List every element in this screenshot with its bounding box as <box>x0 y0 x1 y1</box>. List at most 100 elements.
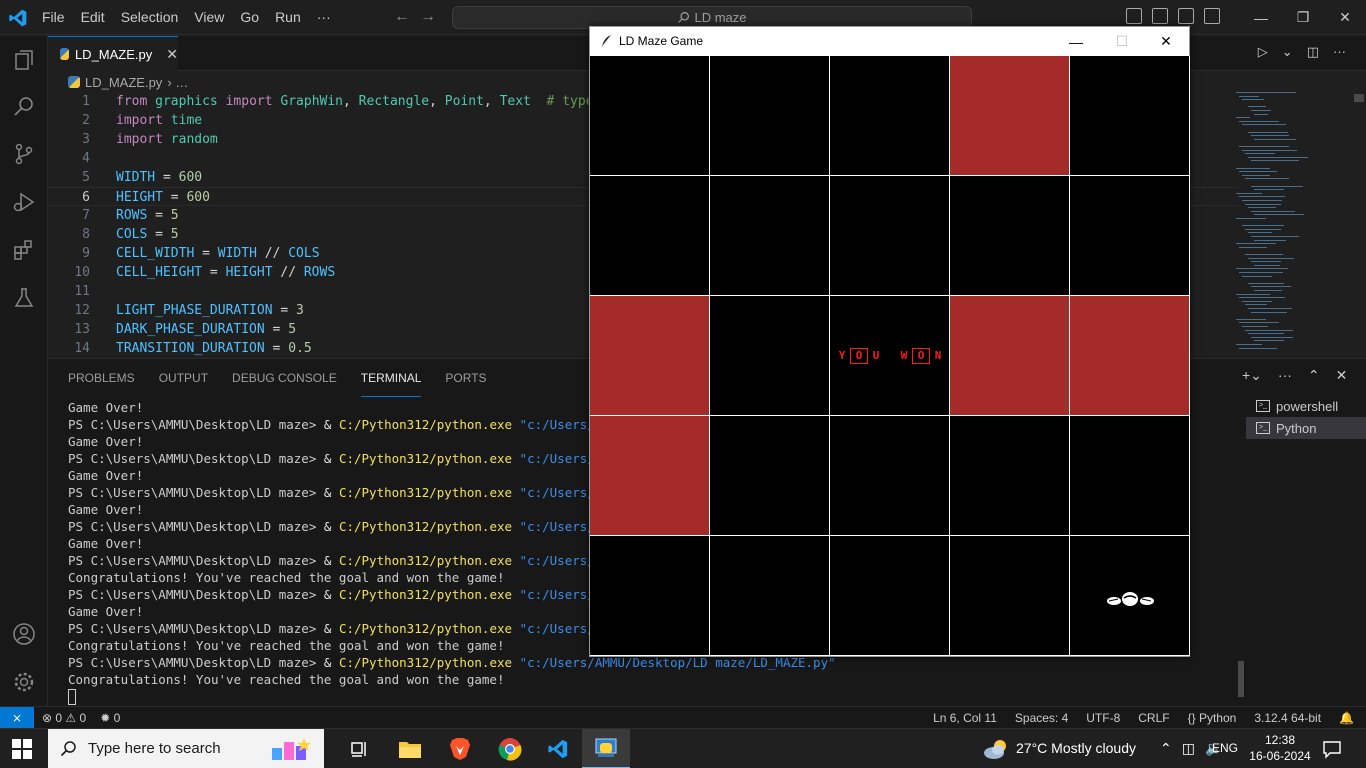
menu-more[interactable]: ··· <box>309 0 339 35</box>
minimap-line <box>1254 264 1280 266</box>
game-close-button[interactable]: ✕ <box>1143 27 1189 56</box>
run-debug-icon[interactable] <box>12 190 36 214</box>
terminal-cursor <box>68 689 76 705</box>
windows-taskbar: Type here to search 27°C Mostly cloudy ⌃… <box>0 728 1366 768</box>
toggle-primary-sidebar-icon[interactable] <box>1126 8 1142 24</box>
terminal-exe-path: C:/Python312/python.exe <box>338 519 513 534</box>
terminal-instance-python[interactable]: >_ Python <box>1246 417 1366 439</box>
settings-icon[interactable] <box>12 670 36 694</box>
customize-layout-icon[interactable] <box>1204 8 1220 24</box>
indentation[interactable]: Spaces: 4 <box>1015 711 1068 725</box>
terminal-scrollbar[interactable] <box>1238 661 1244 697</box>
minimap-line <box>1248 232 1272 234</box>
game-window-titlebar[interactable]: LD Maze Game — ☐ ✕ <box>590 27 1189 56</box>
minimap[interactable] <box>1236 88 1346 356</box>
terminal-call-operator: & <box>323 519 339 534</box>
testing-icon[interactable] <box>12 286 36 310</box>
game-canvas[interactable]: YOU WON <box>590 56 1190 656</box>
breadcrumb-file[interactable]: LD_MAZE.py <box>85 75 162 90</box>
menu-bar: File Edit Selection View Go Run ··· <box>34 0 339 35</box>
encoding[interactable]: UTF-8 <box>1086 711 1120 725</box>
restore-button[interactable]: ❐ <box>1282 0 1324 35</box>
split-editor-icon[interactable]: ◫ <box>1307 44 1319 60</box>
ports-status[interactable]: ✹ 0 <box>100 711 120 725</box>
game-minimize-button[interactable]: — <box>1053 27 1099 56</box>
panel-tab-output[interactable]: OUTPUT <box>159 359 208 397</box>
vscode-taskbar-icon[interactable] <box>534 729 582 768</box>
panel-tab-problems[interactable]: PROBLEMS <box>68 359 135 397</box>
code-text: WIDTH = 600 <box>116 170 203 185</box>
remote-indicator[interactable]: ⨯ <box>0 707 34 729</box>
maze-cell <box>710 296 830 416</box>
notifications-bell-icon[interactable]: 🔔 <box>1339 711 1354 725</box>
menu-edit[interactable]: Edit <box>73 0 113 35</box>
search-icon[interactable] <box>12 94 36 118</box>
breadcrumb-more[interactable]: › … <box>167 75 188 90</box>
cursor-position[interactable]: Ln 6, Col 11 <box>933 711 997 725</box>
line-number: 8 <box>82 227 90 242</box>
input-language[interactable]: ENG <box>1212 741 1238 755</box>
menu-selection[interactable]: Selection <box>113 0 187 35</box>
minimap-line <box>1242 225 1284 227</box>
source-control-icon[interactable] <box>12 142 36 166</box>
more-actions-icon[interactable]: ··· <box>1333 44 1346 60</box>
minimap-line <box>1254 340 1284 342</box>
run-python-file-icon[interactable]: ▷ <box>1258 44 1268 60</box>
minimap-line <box>1242 124 1286 126</box>
extensions-icon[interactable] <box>12 238 36 262</box>
editor-scrollbar[interactable] <box>1354 94 1364 356</box>
search-highlight-icon[interactable] <box>268 734 316 764</box>
close-tab-icon[interactable]: ✕ <box>166 46 178 63</box>
panel-tab-terminal[interactable]: TERMINAL <box>360 359 422 397</box>
forward-arrow-icon[interactable]: → <box>420 8 436 26</box>
menu-run[interactable]: Run <box>267 0 309 35</box>
weather-text[interactable]: 27°C Mostly cloudy <box>1016 740 1136 756</box>
toggle-panel-icon[interactable] <box>1152 8 1168 24</box>
task-view-icon[interactable] <box>336 729 384 768</box>
windows-start-icon[interactable] <box>12 739 32 759</box>
account-icon[interactable] <box>12 622 36 646</box>
status-bar: ⨯ ⊗ 0 ⚠ 0 ✹ 0 Ln 6, Col 11 Spaces: 4 UTF… <box>0 706 1366 729</box>
python-interpreter[interactable]: 3.12.4 64-bit <box>1254 711 1321 725</box>
terminal-call-operator: & <box>323 621 339 636</box>
minimize-button[interactable]: — <box>1240 0 1282 35</box>
problems-status[interactable]: ⊗ 0 ⚠ 0 <box>42 711 86 725</box>
minimap-line <box>1239 146 1289 147</box>
back-arrow-icon[interactable]: ← <box>394 8 410 26</box>
close-window-button[interactable]: ✕ <box>1324 0 1366 35</box>
panel-tab-ports[interactable]: PORTS <box>445 359 486 397</box>
terminal-output-line: Game Over! <box>68 434 144 449</box>
notification-center-icon[interactable] <box>1322 739 1342 759</box>
close-panel-icon[interactable]: ✕ <box>1336 367 1348 384</box>
file-explorer-icon[interactable] <box>386 729 434 768</box>
chrome-icon[interactable] <box>486 729 534 768</box>
terminal-instance-powershell[interactable]: >_ powershell <box>1246 395 1366 417</box>
explorer-icon[interactable] <box>12 48 36 72</box>
menu-go[interactable]: Go <box>232 0 267 35</box>
network-icon[interactable]: ◫ <box>1182 740 1195 757</box>
terminal-icon: >_ <box>1256 422 1270 434</box>
minimap-line <box>1236 268 1288 270</box>
terminal-call-operator: & <box>323 485 339 500</box>
menu-file[interactable]: File <box>34 0 73 35</box>
chevron-down-icon[interactable]: ⌄ <box>1282 44 1293 60</box>
toggle-secondary-sidebar-icon[interactable] <box>1178 8 1194 24</box>
maximize-panel-icon[interactable]: ⌃ <box>1308 367 1320 384</box>
python-taskbar-icon[interactable] <box>582 729 630 768</box>
show-hidden-icons-chevron-icon[interactable]: ⌃ <box>1160 740 1172 757</box>
code-text: ROWS = 5 <box>116 208 179 223</box>
new-terminal-icon[interactable]: +⌄ <box>1242 367 1262 384</box>
more-actions-icon[interactable]: ··· <box>1278 367 1292 384</box>
system-clock[interactable]: 12:38 16-06-2024 <box>1248 732 1312 764</box>
tab-ld-maze[interactable]: LD_MAZE.py ✕ <box>48 36 178 71</box>
language-mode[interactable]: {} Python <box>1188 711 1237 725</box>
end-of-line[interactable]: CRLF <box>1138 711 1169 725</box>
brave-icon[interactable] <box>436 729 484 768</box>
game-maximize-button[interactable]: ☐ <box>1099 27 1145 56</box>
minimap-line <box>1236 243 1276 245</box>
weather-cloudy-icon[interactable] <box>982 737 1010 761</box>
panel-tab-debug-console[interactable]: DEBUG CONSOLE <box>232 359 337 397</box>
terminal-prompt: PS C:\Users\AMMU\Desktop\LD maze> <box>68 485 324 500</box>
menu-view[interactable]: View <box>186 0 232 35</box>
code-text: import time <box>116 113 203 128</box>
